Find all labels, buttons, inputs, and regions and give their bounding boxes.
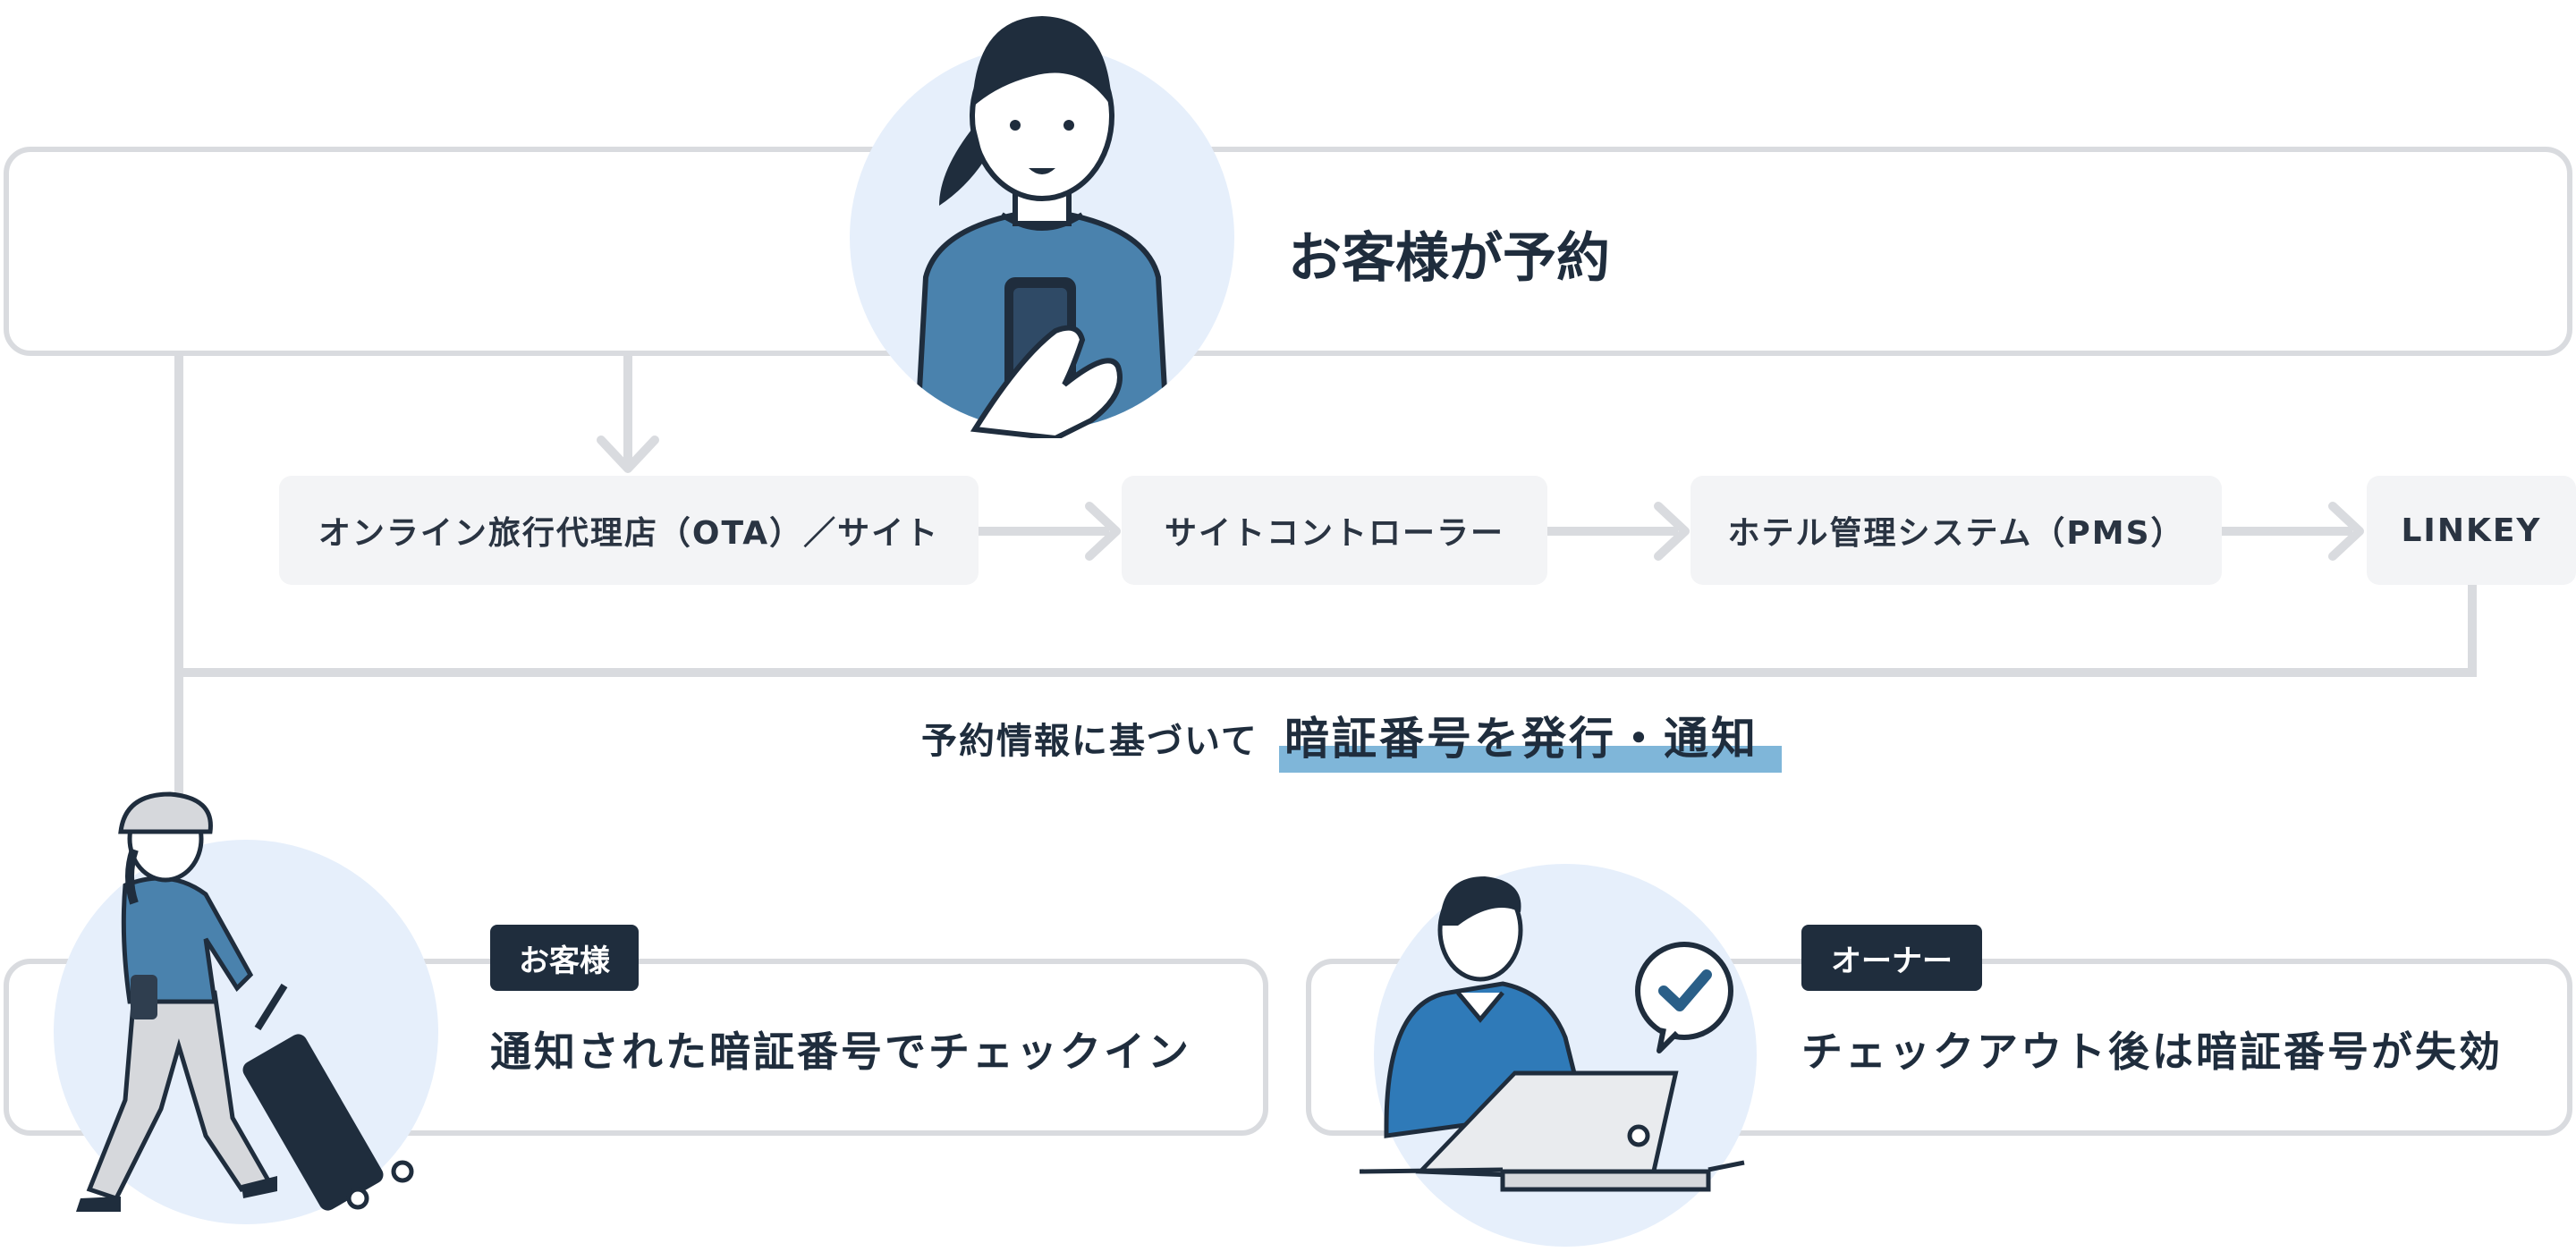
notice-prefix: 予約情報に基づいて [921,721,1258,762]
flow-node-pms: ホテル管理システム（PMS） [1690,476,2222,585]
guest-checkin-text: 通知された暗証番号でチェックイン [490,1028,1191,1076]
flow-node-linkey: LINKEY [2367,476,2576,585]
guest-traveler-illustration [54,791,438,1224]
flow-node-site-controller: サイトコントローラー [1122,476,1547,585]
owner-expire-text: チェックアウト後は暗証番号が失効 [1801,1028,2503,1076]
owner-laptop-illustration [1359,864,1757,1247]
reservation-title: お客様が予約 [1288,227,1610,290]
arrow-ota-to-sc [979,502,1121,561]
notice-highlight-text: 暗証番号を発行・通知 [1284,713,1758,765]
booking-woman-illustration [850,16,1234,438]
flow-node-ota: オンライン旅行代理店（OTA）／サイト [279,476,979,585]
return-line [179,583,2477,677]
guest-badge: お客様 [490,925,639,991]
arrow-sc-to-pms [1547,502,1690,561]
arrow-pms-to-linkey [2222,502,2364,561]
owner-badge: オーナー [1801,925,1982,991]
